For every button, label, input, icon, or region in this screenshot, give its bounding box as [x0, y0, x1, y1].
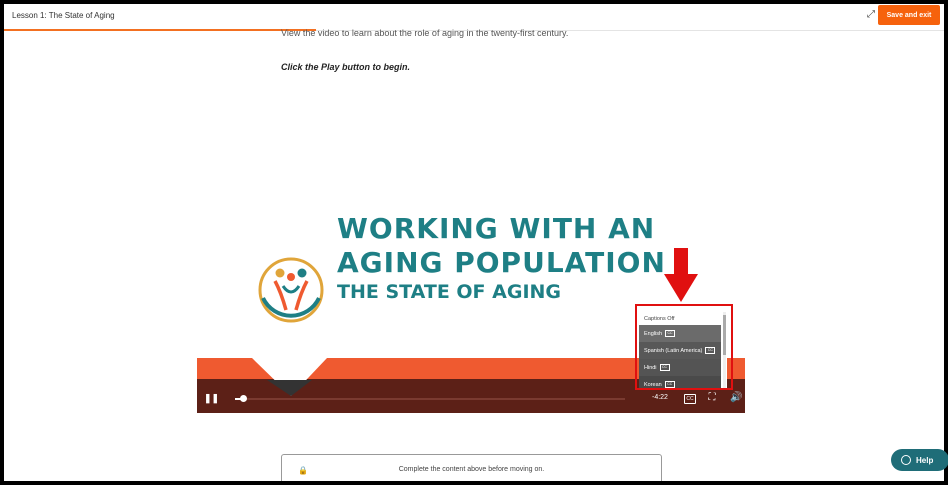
lesson-title: Lesson 1: The State of Aging — [12, 11, 115, 20]
top-bar: Lesson 1: The State of Aging ⤢ Save and … — [4, 4, 944, 31]
locked-message: Complete the content above before moving… — [398, 466, 545, 473]
pointer-arrow-icon — [664, 274, 698, 302]
help-label: Help — [916, 455, 934, 465]
locked-continue-box: 🔒 Complete the content above before movi… — [281, 454, 662, 481]
help-button[interactable]: Help — [891, 449, 948, 471]
video-title-line2: AGING POPULATION — [337, 246, 666, 279]
instruction-text: Click the Play button to begin. — [281, 62, 411, 72]
aging-logo-icon — [258, 257, 324, 323]
expand-icon[interactable]: ⤢ — [865, 9, 877, 21]
video-subtitle: THE STATE OF AGING — [337, 281, 562, 303]
lesson-window: Lesson 1: The State of Aging ⤢ Save and … — [4, 4, 944, 481]
highlight-box — [635, 304, 733, 390]
volume-icon[interactable]: 🔊 — [730, 392, 742, 404]
intro-text: View the video to learn about the role o… — [281, 28, 569, 38]
pointer-arrow-shaft — [674, 248, 688, 274]
lesson-progress-bar — [4, 29, 316, 31]
seek-thumb[interactable] — [239, 395, 247, 402]
seek-bar[interactable] — [235, 398, 625, 400]
video-title-line1: WORKING WITH AN — [337, 212, 656, 245]
time-remaining: -4:22 — [652, 394, 668, 401]
fullscreen-icon[interactable]: ⛶ — [707, 393, 717, 403]
pause-button[interactable]: ❚❚ — [204, 393, 219, 403]
captions-button[interactable]: CC — [684, 394, 696, 404]
chat-icon — [901, 455, 911, 465]
save-exit-button[interactable]: Save and exit — [878, 5, 940, 25]
